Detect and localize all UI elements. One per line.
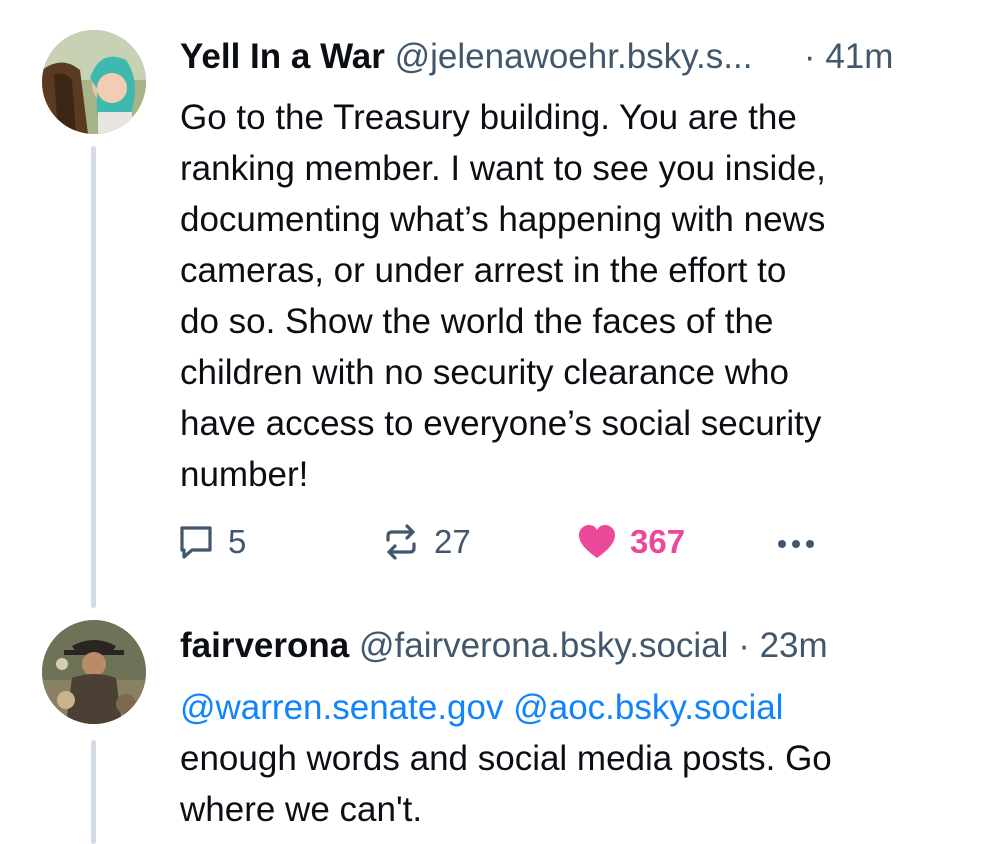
- thread-line: [91, 740, 96, 844]
- post-header: fairverona @fairverona.bsky.social · 23m: [180, 624, 828, 668]
- mention-links[interactable]: @warren.senate.gov @aoc.bsky.social: [180, 682, 970, 733]
- post-text: @warren.senate.gov @aoc.bsky.social enou…: [180, 682, 970, 835]
- separator-dot: ·: [738, 626, 750, 665]
- more-options-button[interactable]: [772, 518, 820, 566]
- repost-count: 27: [434, 523, 471, 560]
- post-text-line: Go to the Treasury building. You are the: [180, 98, 797, 137]
- repost-arrows-icon: [386, 524, 416, 560]
- post-text-line: documenting what’s happening with news: [180, 200, 826, 239]
- author-handle[interactable]: @fairverona.bsky.social: [359, 626, 728, 665]
- avatar-man-in-hat-icon: [42, 620, 146, 724]
- post-header: Yell In a War @jelenawoehr.bsky.s... · 4…: [180, 35, 893, 79]
- repost-button[interactable]: 27: [380, 518, 471, 566]
- like-count: 367: [630, 523, 686, 560]
- post-time[interactable]: 41m: [825, 37, 893, 76]
- author-handle[interactable]: @jelenawoehr.bsky.s...: [395, 37, 753, 76]
- separator-dot: ·: [803, 37, 816, 76]
- post-text-line: enough words and social media posts. Go: [180, 739, 832, 778]
- post-2[interactable]: fairverona @fairverona.bsky.social · 23m…: [0, 610, 1000, 844]
- reply-count: 5: [228, 523, 247, 560]
- post-1[interactable]: Yell In a War @jelenawoehr.bsky.s... · 4…: [0, 0, 1000, 610]
- post-text-line: have access to everyone’s social securit…: [180, 404, 822, 443]
- avatar-woman-with-horse-icon: [42, 30, 146, 134]
- post-text-line: cameras, or under arrest in the effort t…: [180, 251, 787, 290]
- author-name[interactable]: Yell In a War: [180, 37, 385, 76]
- post-text-line: children with no security clearance who: [180, 353, 789, 392]
- post-text: Go to the Treasury building. You are the…: [180, 92, 970, 500]
- heart-filled-icon: [579, 525, 615, 558]
- author-name[interactable]: fairverona: [180, 626, 349, 665]
- like-button[interactable]: 367: [576, 518, 685, 566]
- post-text-line: where we can't.: [180, 790, 423, 829]
- post-text-line: do so. Show the world the faces of the: [180, 302, 774, 341]
- thread-line: [91, 146, 96, 608]
- author-avatar[interactable]: [42, 620, 146, 724]
- post-actions: 5 27 367: [176, 518, 856, 566]
- ellipsis-icon: [778, 540, 814, 548]
- post-text-line: ranking member. I want to see you inside…: [180, 149, 826, 188]
- post-text-line: number!: [180, 455, 309, 494]
- author-avatar[interactable]: [42, 30, 146, 134]
- speech-bubble-icon: [180, 526, 212, 559]
- post-time[interactable]: 23m: [760, 626, 828, 665]
- reply-button[interactable]: 5: [176, 518, 246, 566]
